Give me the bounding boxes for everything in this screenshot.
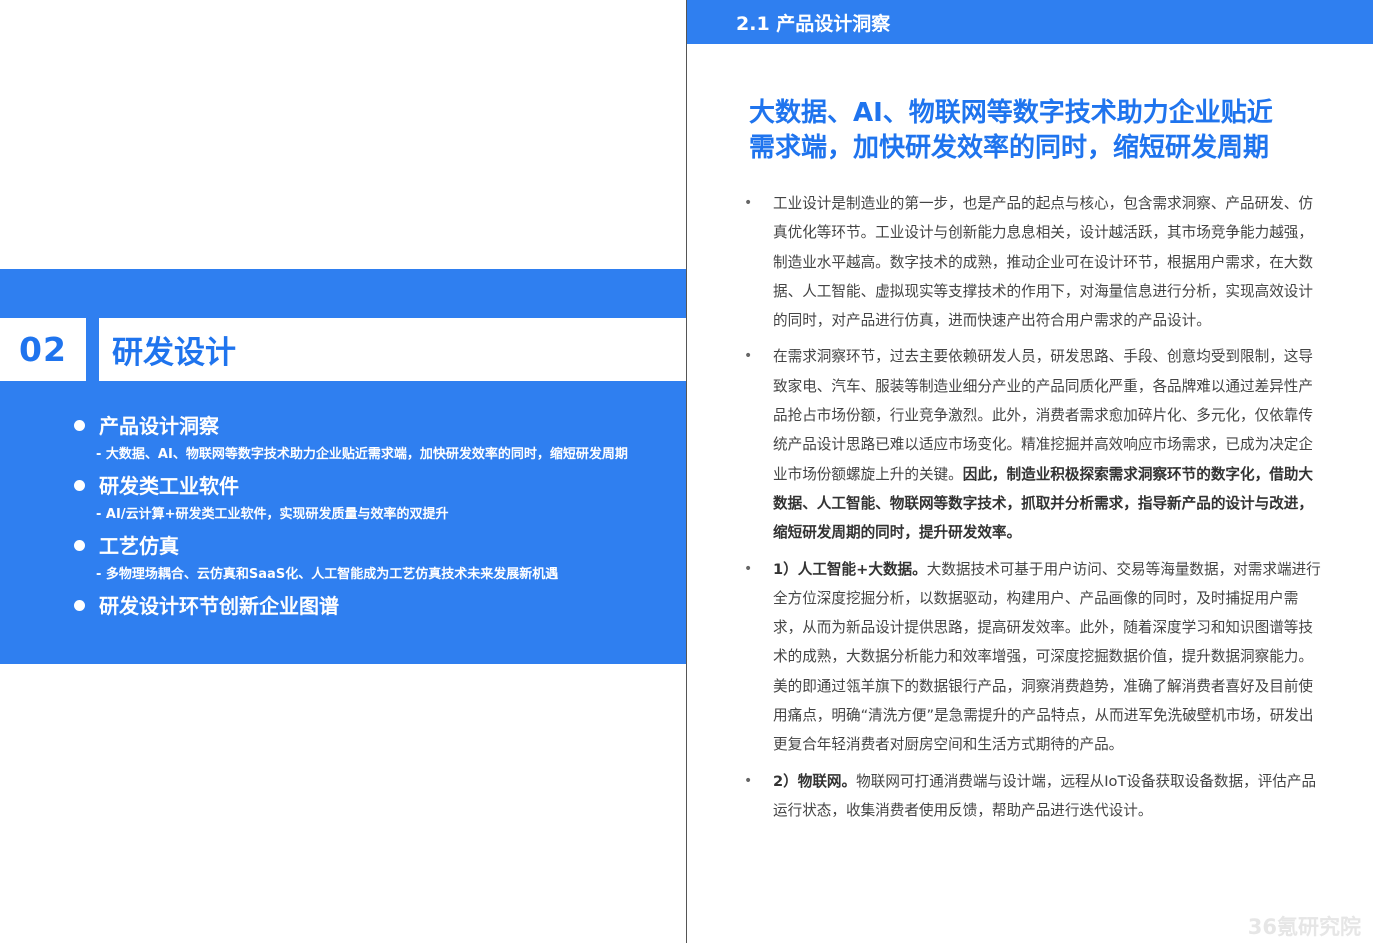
chapter-number-box: 02 <box>0 318 86 381</box>
left-page: 02 研发设计 产品设计洞察 - 大数据、AI、物联网等数字技术助力企业贴近需求… <box>0 0 686 943</box>
toc-item[interactable]: 工艺仿真 - 多物理场耦合、云仿真和SaaS化、人工智能成为工艺仿真技术未来发展… <box>74 528 674 586</box>
bullet-icon: • <box>744 560 753 577</box>
page-headline: 大数据、AI、物联网等数字技术助力企业贴近 需求端，加快研发效率的同时，缩短研发… <box>749 96 1349 166</box>
chapter-title-box: 研发设计 <box>99 318 686 381</box>
toc-item-title: 研发设计环节创新企业图谱 <box>99 594 339 618</box>
chapter-title: 研发设计 <box>112 335 236 371</box>
bullet-icon <box>74 480 85 491</box>
bullet-icon <box>74 420 85 431</box>
section-header: 2.1 产品设计洞察 <box>736 12 891 35</box>
table-of-contents: 产品设计洞察 - 大数据、AI、物联网等数字技术助力企业贴近需求端，加快研发效率… <box>74 408 674 624</box>
bullet-icon <box>74 600 85 611</box>
headline-line: 需求端，加快研发效率的同时，缩短研发周期 <box>749 133 1270 163</box>
paragraph-text: 大数据技术可基于用户访问、交易等海量数据，对需求端进行全方位深度挖掘分析，以数据… <box>773 560 1321 754</box>
toc-item-title: 研发类工业软件 <box>99 474 239 498</box>
bullet-paragraph: • 1）人工智能+大数据。大数据技术可基于用户访问、交易等海量数据，对需求端进行… <box>744 555 1324 760</box>
toc-item[interactable]: 研发类工业软件 - AI/云计算+研发类工业软件，实现研发质量与效率的双提升 <box>74 468 674 526</box>
toc-item[interactable]: 研发设计环节创新企业图谱 <box>74 588 674 624</box>
bullet-paragraph: • 2）物联网。物联网可打通消费端与设计端，远程从IoT设备获取设备数据，评估产… <box>744 767 1324 826</box>
bullet-icon <box>74 540 85 551</box>
paragraph-lead: 1）人工智能+大数据。 <box>773 560 927 578</box>
paragraph-text: 在需求洞察环节，过去主要依赖研发人员，研发思路、手段、创意均受到限制，这导致家电… <box>773 348 1313 483</box>
bullet-paragraph: • 在需求洞察环节，过去主要依赖研发人员，研发思路、手段、创意均受到限制，这导致… <box>744 342 1324 547</box>
toc-item[interactable]: 产品设计洞察 - 大数据、AI、物联网等数字技术助力企业贴近需求端，加快研发效率… <box>74 408 674 466</box>
headline-line: 大数据、AI、物联网等数字技术助力企业贴近 <box>749 98 1273 128</box>
body-text: • 工业设计是制造业的第一步，也是产品的起点与核心，包含需求洞察、产品研发、仿真… <box>744 189 1324 832</box>
toc-item-title: 产品设计洞察 <box>99 414 219 438</box>
toc-item-title: 工艺仿真 <box>99 534 179 558</box>
bullet-paragraph: • 工业设计是制造业的第一步，也是产品的起点与核心，包含需求洞察、产品研发、仿真… <box>744 189 1324 335</box>
paragraph-lead: 2）物联网。 <box>773 772 857 790</box>
right-page: 2.1 产品设计洞察 大数据、AI、物联网等数字技术助力企业贴近 需求端，加快研… <box>687 0 1373 943</box>
toc-item-subtitle: - AI/云计算+研发类工业软件，实现研发质量与效率的双提升 <box>96 507 449 522</box>
bullet-icon: • <box>744 195 753 211</box>
bullet-icon: • <box>744 772 753 789</box>
toc-item-subtitle: - 大数据、AI、物联网等数字技术助力企业贴近需求端，加快研发效率的同时，缩短研… <box>96 447 628 462</box>
watermark: 36氪研究院 <box>1247 915 1361 939</box>
paragraph-text: 工业设计是制造业的第一步，也是产品的起点与核心，包含需求洞察、产品研发、仿真优化… <box>773 195 1313 330</box>
section-header-bar: 2.1 产品设计洞察 <box>687 0 1373 44</box>
chapter-number: 02 <box>19 330 67 369</box>
toc-item-subtitle: - 多物理场耦合、云仿真和SaaS化、人工智能成为工艺仿真技术未来发展新机遇 <box>96 567 559 582</box>
bullet-icon: • <box>744 348 753 365</box>
